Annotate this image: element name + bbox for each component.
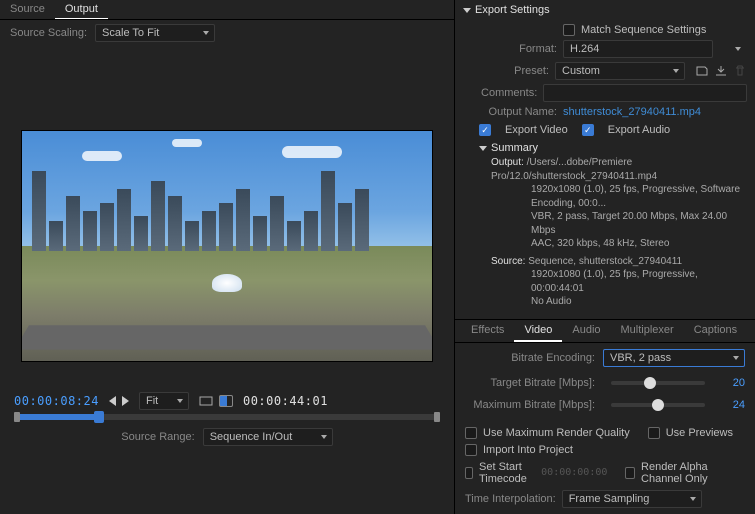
max-render-quality-checkbox[interactable] bbox=[465, 427, 477, 439]
delete-preset-icon[interactable] bbox=[733, 65, 747, 77]
tab-multiplexer[interactable]: Multiplexer bbox=[611, 320, 684, 342]
bitrate-encoding-label: Bitrate Encoding: bbox=[465, 352, 595, 364]
source-scaling-row: Source Scaling: Scale To Fit bbox=[0, 20, 454, 46]
set-start-timecode-checkbox[interactable] bbox=[465, 467, 473, 479]
collapse-caret-icon bbox=[463, 8, 471, 13]
preview-tabs: Source Output bbox=[0, 0, 454, 20]
summary-source-key: Source: bbox=[491, 256, 525, 267]
summary-source-line-2: No Audio bbox=[491, 295, 747, 309]
zoom-fit-select[interactable]: Fit bbox=[139, 392, 189, 410]
tab-effects[interactable]: Effects bbox=[461, 320, 514, 342]
step-forward-icon[interactable] bbox=[122, 396, 129, 406]
save-preset-icon[interactable] bbox=[695, 65, 709, 77]
render-alpha-label: Render Alpha Channel Only bbox=[641, 461, 745, 485]
summary-output-line-3: AAC, 320 kbps, 48 kHz, Stereo bbox=[491, 237, 747, 251]
out-point-handle[interactable] bbox=[434, 412, 440, 422]
render-options: Use Maximum Render Quality Use Previews … bbox=[455, 423, 755, 514]
max-bitrate-slider[interactable] bbox=[611, 403, 705, 407]
summary-header[interactable]: Summary bbox=[479, 142, 747, 154]
match-sequence-checkbox[interactable] bbox=[563, 24, 575, 36]
source-scaling-label: Source Scaling: bbox=[10, 27, 87, 39]
range-select-icon[interactable] bbox=[219, 395, 233, 407]
source-range-label: Source Range: bbox=[121, 431, 194, 443]
preview-area bbox=[0, 46, 454, 386]
use-previews-checkbox[interactable] bbox=[648, 427, 660, 439]
start-timecode-value: 00:00:00:00 bbox=[541, 467, 607, 478]
set-start-timecode-label: Set Start Timecode bbox=[479, 461, 535, 485]
preset-select[interactable]: Custom bbox=[555, 62, 685, 80]
summary-output-line-2: VBR, 2 pass, Target 20.00 Mbps, Max 24.0… bbox=[491, 210, 747, 237]
playhead-handle[interactable] bbox=[94, 411, 104, 423]
output-name-link[interactable]: shutterstock_27940411.mp4 bbox=[563, 106, 701, 118]
format-label: Format: bbox=[479, 43, 557, 55]
timeline-scrubber[interactable] bbox=[14, 414, 440, 420]
summary-title: Summary bbox=[491, 142, 538, 154]
max-bitrate-thumb[interactable] bbox=[652, 399, 664, 411]
step-back-icon[interactable] bbox=[109, 396, 116, 406]
export-dialog: Source Output Source Scaling: Scale To F… bbox=[0, 0, 755, 514]
tab-audio[interactable]: Audio bbox=[562, 320, 610, 342]
summary-output-key: Output: bbox=[491, 157, 524, 168]
tab-video[interactable]: Video bbox=[514, 320, 562, 342]
max-bitrate-label: Maximum Bitrate [Mbps]: bbox=[465, 399, 595, 411]
time-interpolation-label: Time Interpolation: bbox=[465, 493, 556, 505]
tab-captions[interactable]: Captions bbox=[684, 320, 747, 342]
total-timecode: 00:00:44:01 bbox=[243, 394, 440, 408]
summary-source-line-1: 1920x1080 (1.0), 25 fps, Progressive, 00… bbox=[491, 268, 747, 295]
video-preview[interactable] bbox=[22, 131, 432, 361]
export-settings-panel: Export Settings Match Sequence Settings … bbox=[455, 0, 755, 514]
source-scaling-select[interactable]: Scale To Fit bbox=[95, 24, 215, 42]
summary-caret-icon bbox=[479, 146, 487, 151]
export-audio-checkbox[interactable] bbox=[582, 124, 594, 136]
preset-label: Preset: bbox=[479, 65, 549, 77]
encoder-tabs: Effects Video Audio Multiplexer Captions… bbox=[455, 319, 755, 343]
format-select[interactable]: H.264 bbox=[563, 40, 713, 58]
export-audio-label: Export Audio bbox=[608, 124, 670, 136]
current-timecode[interactable]: 00:00:08:24 bbox=[14, 394, 99, 408]
match-sequence-label: Match Sequence Settings bbox=[581, 24, 706, 36]
import-into-project-checkbox[interactable] bbox=[465, 444, 477, 456]
comments-input[interactable] bbox=[543, 84, 747, 102]
time-interpolation-select[interactable]: Frame Sampling bbox=[562, 490, 702, 508]
summary-output-line-1: 1920x1080 (1.0), 25 fps, Progressive, So… bbox=[491, 183, 747, 210]
render-alpha-checkbox[interactable] bbox=[625, 467, 635, 479]
export-video-checkbox[interactable] bbox=[479, 124, 491, 136]
target-bitrate-thumb[interactable] bbox=[644, 377, 656, 389]
summary-section: Summary Output: /Users/...dobe/Premiere … bbox=[463, 140, 747, 313]
target-bitrate-value[interactable]: 20 bbox=[721, 377, 745, 389]
source-range-select[interactable]: Sequence In/Out bbox=[203, 428, 333, 446]
preview-panel: Source Output Source Scaling: Scale To F… bbox=[0, 0, 455, 514]
in-point-handle[interactable] bbox=[14, 412, 20, 422]
import-preset-icon[interactable] bbox=[714, 65, 728, 77]
bitrate-encoding-select[interactable]: VBR, 2 pass bbox=[603, 349, 745, 367]
max-render-quality-label: Use Maximum Render Quality bbox=[483, 427, 630, 439]
target-bitrate-slider[interactable] bbox=[611, 381, 705, 385]
target-bitrate-label: Target Bitrate [Mbps]: bbox=[465, 377, 595, 389]
export-settings-title: Export Settings bbox=[475, 4, 550, 16]
output-name-label: Output Name: bbox=[479, 106, 557, 118]
export-settings-header[interactable]: Export Settings bbox=[455, 0, 755, 18]
use-previews-label: Use Previews bbox=[666, 427, 733, 439]
tab-output[interactable]: Output bbox=[55, 0, 108, 19]
export-video-label: Export Video bbox=[505, 124, 568, 136]
import-into-project-label: Import Into Project bbox=[483, 444, 573, 456]
tab-publish[interactable]: Publish bbox=[747, 320, 755, 342]
tab-source[interactable]: Source bbox=[0, 0, 55, 19]
summary-source-line-0: Sequence, shutterstock_27940411 bbox=[528, 256, 682, 267]
timeline-controls: 00:00:08:24 Fit 00:00:44:01 bbox=[0, 386, 454, 454]
aspect-ratio-icon[interactable] bbox=[199, 395, 213, 407]
comments-label: Comments: bbox=[479, 87, 537, 99]
max-bitrate-value[interactable]: 24 bbox=[721, 399, 745, 411]
